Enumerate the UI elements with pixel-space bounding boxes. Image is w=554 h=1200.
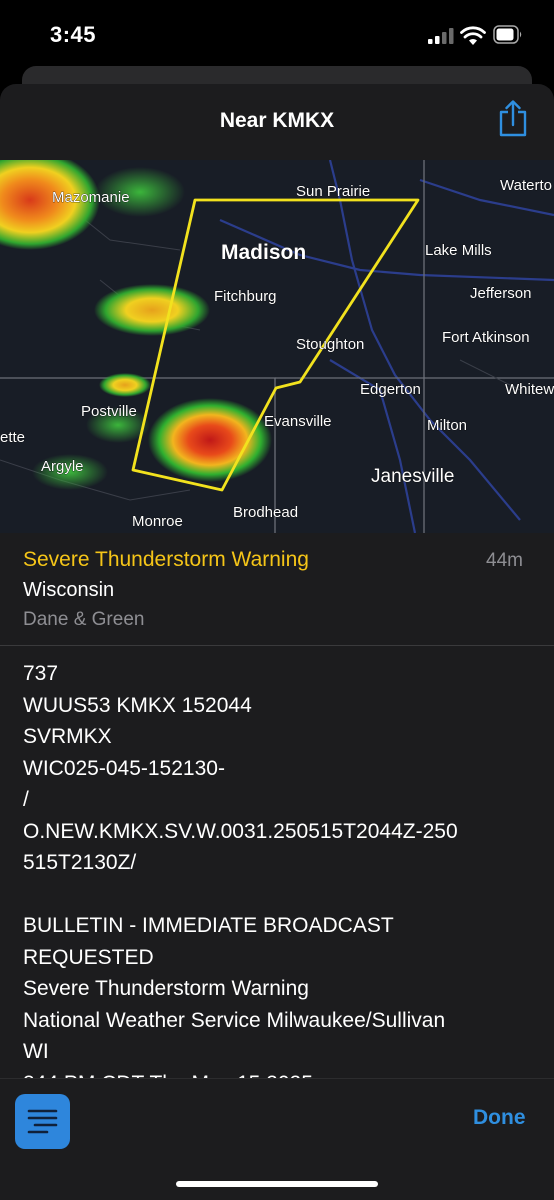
text-list-button[interactable] (15, 1094, 70, 1149)
bulletin-line: 737 (23, 662, 59, 685)
wifi-icon (460, 26, 486, 45)
bulletin-line: REQUESTED (23, 945, 154, 969)
map-label-janesville: Janesville (371, 466, 454, 487)
bulletin-line: O.NEW.KMKX.SV.W.0031.250515T2044Z-250 (23, 819, 458, 843)
map-label-edgerton: Edgerton (360, 381, 421, 398)
storm-cell-warned (148, 398, 272, 482)
map-label-madison: Madison (221, 241, 306, 264)
map-label-evansville: Evansville (264, 413, 332, 430)
alert-sheet: Near KMKX Mazomanie Sun Prairie Waterto … (0, 84, 554, 1200)
storm-cell-central (94, 284, 210, 336)
bulletin-text-scroll[interactable]: 737 WUUS53 KMKX 152044 SVRMKX WIC025-045… (0, 646, 554, 1078)
map-label-whitewater: Whitew (505, 381, 554, 398)
bulletin-line: WUUS53 KMKX 152044 (23, 693, 252, 717)
map-label-lake-mills: Lake Mills (425, 242, 492, 259)
alert-age: 44m (486, 550, 523, 571)
alert-summary: Severe Thunderstorm Warning 44m Wisconsi… (0, 533, 554, 645)
alert-title: Severe Thunderstorm Warning (23, 548, 309, 571)
map-label-sun-prairie: Sun Prairie (296, 183, 370, 200)
battery-icon (493, 25, 522, 44)
bulletin-line: BULLETIN - IMMEDIATE BROADCAST (23, 914, 394, 937)
bulletin-line: 515T2130Z/ (23, 851, 137, 874)
map-label-ette: ette (0, 429, 25, 446)
map-label-mazomanie: Mazomanie (52, 189, 130, 206)
map-label-monroe: Monroe (132, 513, 183, 530)
map-label-brodhead: Brodhead (233, 504, 298, 521)
done-button[interactable]: Done (473, 1106, 526, 1130)
map-label-milton: Milton (427, 417, 467, 434)
cellular-signal-icon (428, 28, 454, 44)
bulletin-text: 737 WUUS53 KMKX 152044 SVRMKX WIC025-045… (0, 646, 554, 1078)
map-label-stoughton: Stoughton (296, 336, 364, 353)
navigation-bar: Near KMKX (0, 84, 554, 160)
bulletin-line: WIC025-045-152130- (23, 756, 225, 780)
map-label-argyle: Argyle (41, 458, 84, 475)
bulletin-line: National Weather Service Milwaukee/Sulli… (23, 1008, 446, 1032)
map-label-postville: Postville (81, 403, 137, 420)
bulletin-line: WI (23, 1040, 49, 1063)
bulletin-line: / (23, 788, 29, 811)
storm-cell-west (99, 373, 151, 397)
status-time: 3:45 (50, 22, 97, 47)
map-label-fitchburg: Fitchburg (214, 288, 277, 305)
share-icon[interactable] (497, 99, 529, 139)
home-indicator[interactable] (176, 1181, 378, 1187)
status-bar: 3:45 (0, 0, 554, 70)
bulletin-line: SVRMKX (23, 725, 112, 748)
map-label-fort-atkinson: Fort Atkinson (442, 329, 530, 346)
map-label-jefferson: Jefferson (470, 285, 531, 302)
alert-state: Wisconsin (23, 579, 115, 601)
page-title: Near KMKX (219, 109, 335, 132)
bulletin-line: Severe Thunderstorm Warning (23, 977, 309, 1000)
radar-map[interactable]: Mazomanie Sun Prairie Waterto Madison La… (0, 160, 554, 533)
alert-counties: Dane & Green (23, 609, 145, 630)
map-label-watertown: Waterto (500, 177, 552, 194)
text-list-icon (27, 1109, 58, 1134)
